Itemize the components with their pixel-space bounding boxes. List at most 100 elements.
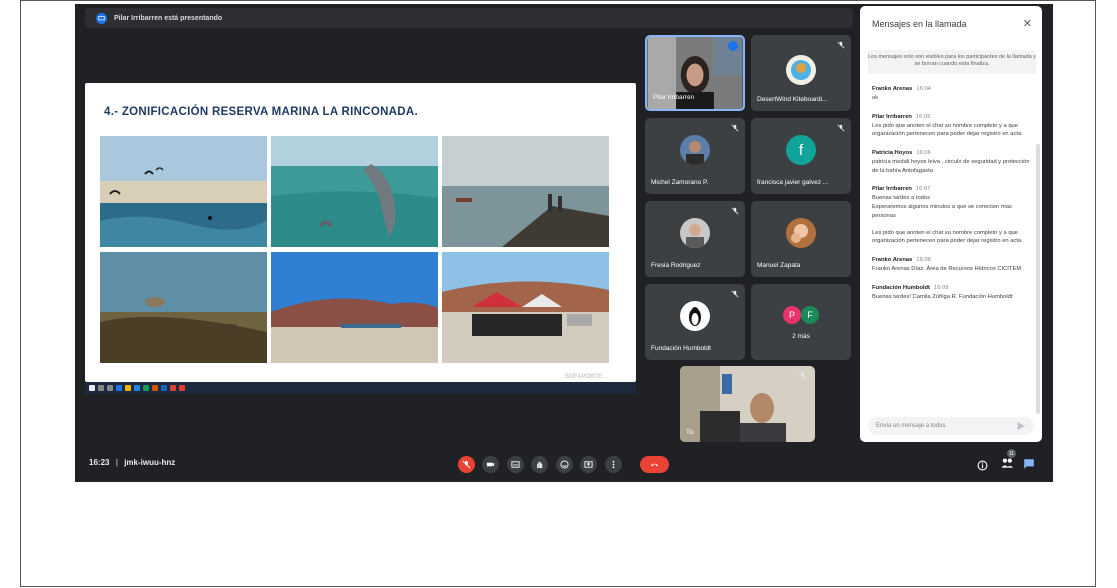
chrome-icon <box>170 385 176 391</box>
close-icon[interactable]: ✕ <box>1023 17 1032 30</box>
mic-toggle-button[interactable] <box>458 456 475 473</box>
chat-scrollbar-thumb[interactable] <box>1036 144 1040 414</box>
folder-icon <box>125 385 131 391</box>
raise-hand-button[interactable] <box>531 456 548 473</box>
speaking-indicator-icon <box>728 41 738 51</box>
message-author: Fundación Humboldt <box>872 284 930 291</box>
chat-button[interactable] <box>1023 457 1035 469</box>
photo-fishing <box>442 136 609 247</box>
participant-tile-michel[interactable]: Michel Zamorano P. <box>645 118 745 194</box>
windows-icon <box>89 385 95 391</box>
message-author: Franko Arenas <box>872 256 913 263</box>
mic-off-icon <box>731 207 739 215</box>
participant-tile-humboldt[interactable]: Fundación Humboldt <box>645 284 745 360</box>
captions-button[interactable] <box>507 456 524 473</box>
message-text: patricia medali hoyos leiva , circulo de… <box>872 159 1030 174</box>
message-text: Buenas tardes a todos <box>872 195 931 202</box>
chat-input-placeholder: Envía un mensaje a todos <box>876 423 946 429</box>
message-text: ok <box>872 95 879 101</box>
message-author: Pilar Irribarren <box>872 113 912 120</box>
message-text: Esperaremos algunos minutos a que se con… <box>872 204 1012 219</box>
penguin-logo-avatar <box>680 301 710 331</box>
mic-off-icon <box>837 41 845 49</box>
hand-icon <box>537 461 543 469</box>
message-time: 16:06 <box>916 150 931 157</box>
presented-slide: 4.- ZONIFICACIÓN RESERVA MARINA LA RINCO… <box>85 83 636 382</box>
message-author: Pilar Irribarren <box>872 186 912 193</box>
mic-off-icon <box>837 124 845 132</box>
chat-privacy-note: Los mensajes solo son visibles para los … <box>868 50 1036 74</box>
chat-message: Franko Arenas 16:04 ok <box>872 86 1030 103</box>
self-video-tile[interactable]: Tú <box>680 366 815 442</box>
meet-window: Pilar Irribarren está presentando 4.- ZO… <box>75 4 1053 482</box>
excel-icon <box>143 385 149 391</box>
mic-off-icon <box>731 290 739 298</box>
chat-title: Mensajes en la llamada <box>872 19 967 29</box>
participant-tile-francisca[interactable]: f francisca javier galvez ... <box>751 118 851 194</box>
message-author: Franko Arenas <box>872 86 913 92</box>
message-author: Patricia Hoyos <box>872 150 913 157</box>
chat-scrollbar[interactable] <box>1036 84 1040 414</box>
message-time: 16:04 <box>916 86 931 92</box>
more-avatar-p: P <box>783 306 801 324</box>
desertwind-avatar <box>786 55 816 85</box>
participant-tile-manuel[interactable]: Manuel Zapata <box>751 201 851 277</box>
chat-message-input[interactable]: Envía un mensaje a todos <box>868 417 1034 435</box>
send-icon[interactable] <box>1016 421 1026 431</box>
presenting-label: Pilar Irribarren está presentando <box>114 14 223 22</box>
outlook-icon <box>161 385 167 391</box>
presenting-banner[interactable]: Pilar Irribarren está presentando <box>85 8 853 28</box>
participant-name: Michel Zamorano P. <box>651 179 709 186</box>
more-vert-icon <box>612 460 615 469</box>
fresia-avatar <box>680 218 710 248</box>
message-text: Buenas tardes! Camila Zúñiga R. Fundació… <box>872 293 1013 300</box>
phone-hangup-icon <box>650 463 659 467</box>
participant-tile-pilar[interactable]: Pilar Irribarren <box>645 35 745 111</box>
more-options-button[interactable] <box>605 456 622 473</box>
meeting-separator: | <box>115 458 118 467</box>
participant-name: francisca javier galvez ... <box>757 179 829 186</box>
meeting-info: 16:23 | jmk-iwuu-hnz <box>89 458 175 467</box>
chat-message: Patricia Hoyos 16:06 patricia medali hoyo… <box>872 150 1030 175</box>
more-avatar-f: F <box>801 306 819 324</box>
photo-dolphin <box>271 136 438 247</box>
chat-message: Pilar Irribarren 16:07 Buenas tardes a to… <box>872 186 1030 245</box>
camera-toggle-button[interactable] <box>482 456 499 473</box>
mic-off-icon <box>731 124 739 132</box>
taskview-icon <box>107 385 113 391</box>
photo-kitesurf <box>100 136 267 247</box>
slide-title: 4.- ZONIFICACIÓN RESERVA MARINA LA RINCO… <box>104 106 418 118</box>
mic-off-icon <box>799 372 807 380</box>
meeting-details-button[interactable] <box>977 458 988 471</box>
search-icon <box>98 385 104 391</box>
self-label: Tú <box>686 429 694 436</box>
participant-tile-desertwind[interactable]: DesertWind Kiteboardi... <box>751 35 851 111</box>
participant-name: Fundación Humboldt <box>651 345 711 352</box>
emoji-icon <box>560 460 569 469</box>
chat-message-list: Franko Arenas 16:04 ok Pilar Irribarren 16… <box>872 86 1030 312</box>
participant-tile-more[interactable]: P F 2 más <box>751 284 851 360</box>
powerpoint-icon <box>152 385 158 391</box>
shared-screen-taskbar <box>85 382 636 394</box>
chat-panel: Mensajes en la llamada ✕ Los mensajes so… <box>860 6 1042 442</box>
present-icon <box>584 461 593 468</box>
participant-name: DesertWind Kiteboardi... <box>757 96 828 103</box>
message-text: Franko Arenas Díaz. Área de Recursos Híd… <box>872 265 1022 272</box>
manuel-avatar <box>786 218 816 248</box>
message-time: 16:09 <box>933 284 949 291</box>
message-time: 16:05 <box>915 113 931 120</box>
reactions-button[interactable] <box>556 456 573 473</box>
mic-off-icon <box>462 460 471 469</box>
info-icon <box>977 460 988 471</box>
present-screen-icon <box>96 12 107 24</box>
present-button[interactable] <box>580 456 597 473</box>
captions-icon <box>511 461 520 468</box>
photo-beach <box>271 252 438 363</box>
leave-call-button[interactable] <box>640 456 669 473</box>
michel-avatar <box>680 135 710 165</box>
people-button[interactable]: 11 <box>1000 449 1016 469</box>
message-text: Les pido que anoten el chat su nombre co… <box>872 229 1022 245</box>
participant-tile-fresia[interactable]: Fresia Rodriguez <box>645 201 745 277</box>
message-time: 16:08 <box>916 256 931 263</box>
photo-birds <box>100 252 267 363</box>
